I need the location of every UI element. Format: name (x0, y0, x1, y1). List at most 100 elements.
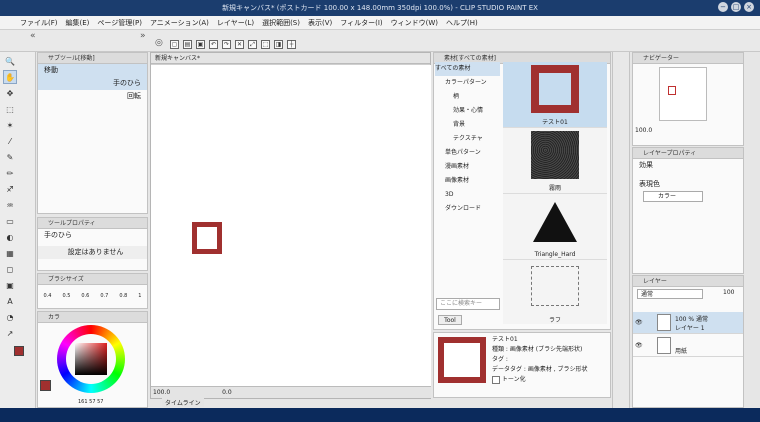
brush-size-header: ブラシサイズ (38, 274, 147, 285)
transform-icon[interactable]: ⤢ (248, 40, 257, 49)
navigator-preview[interactable] (659, 67, 707, 121)
gradient-tool-icon[interactable]: ▦ (3, 246, 17, 260)
brush-size-item[interactable]: 0.8 (119, 293, 127, 299)
material-thumb[interactable]: ラフ (503, 260, 607, 324)
hand-tool-icon[interactable]: ✋ (3, 70, 17, 84)
layer-name[interactable]: レイヤー 1 (675, 323, 705, 332)
saturation-value-square[interactable] (75, 343, 107, 375)
figure-tool-icon[interactable]: ◻ (3, 262, 17, 276)
menu-filter[interactable]: フィルター(I) (340, 18, 382, 28)
tone-checkbox[interactable] (492, 375, 500, 384)
menu-animation[interactable]: アニメーション(A) (150, 18, 209, 28)
pencil-tool-icon[interactable]: ✏ (3, 166, 17, 180)
canvas-paper[interactable] (151, 65, 431, 387)
balloon-tool-icon[interactable]: ◔ (3, 310, 17, 324)
material-tree-item[interactable]: カラーパターン (435, 76, 500, 90)
open-icon[interactable]: ▤ (183, 40, 192, 49)
menu-help[interactable]: ヘルプ(H) (446, 18, 478, 28)
tone-checkbox-row[interactable]: トーン化 (492, 375, 587, 385)
material-tree-item[interactable]: 漫画素材 (435, 160, 500, 174)
material-thumb[interactable]: テスト01 (503, 62, 607, 128)
subtool-item-rotate[interactable]: 回転 (38, 90, 147, 103)
undo-icon[interactable]: ↶ (209, 40, 218, 49)
zoom-tool-icon[interactable]: 🔍 (3, 54, 17, 68)
eye-icon[interactable]: 👁 (635, 342, 643, 349)
subtool-item-hand[interactable]: 手のひら (38, 77, 147, 90)
material-detail-tags: タグ : (492, 356, 508, 363)
layer-row[interactable]: 👁 100 % 通常 レイヤー 1 (633, 312, 743, 334)
auto-select-tool-icon[interactable]: ✶ (3, 118, 17, 132)
material-tag-button[interactable]: Tool (438, 315, 462, 325)
deselect-icon[interactable]: ⬚ (261, 40, 270, 49)
selection-tool-icon[interactable]: ⬚ (3, 102, 17, 116)
eraser-tool-icon[interactable]: ▭ (3, 214, 17, 228)
brush-size-item[interactable]: 1 (138, 293, 141, 299)
menu-edit[interactable]: 編集(E) (66, 18, 90, 28)
canvas-tab[interactable]: 新規キャンバス* (151, 53, 430, 64)
material-search-input[interactable]: ここに検索キー (436, 298, 500, 310)
menu-view[interactable]: 表示(V) (308, 18, 332, 28)
pen-tool-icon[interactable]: ✎ (3, 150, 17, 164)
brush-size-item[interactable]: 0.6 (81, 293, 89, 299)
maximize-button[interactable]: □ (731, 2, 741, 12)
invert-selection-icon[interactable]: ◨ (274, 40, 283, 49)
hue-ring[interactable] (57, 325, 125, 393)
move-tool-icon[interactable]: ✥ (3, 86, 17, 100)
airbrush-tool-icon[interactable]: ♒ (3, 198, 17, 212)
minimize-button[interactable]: − (718, 2, 728, 12)
tool-property-settings[interactable]: 設定はありません (38, 246, 147, 259)
menu-window[interactable]: ウィンドウ(W) (391, 18, 438, 28)
menu-page[interactable]: ページ管理(P) (97, 18, 142, 28)
tool-property-name: 手のひら (44, 231, 72, 239)
material-detail-title: テスト01 (492, 336, 518, 343)
clip-studio-icon[interactable]: ◎ (155, 38, 163, 48)
layer-name[interactable]: 用紙 (675, 346, 687, 355)
angle-value[interactable]: 0.0 (222, 389, 232, 396)
collapse-right-icon[interactable]: » (140, 31, 146, 41)
close-button[interactable]: × (744, 2, 754, 12)
ruler-icon[interactable]: ┼ (287, 40, 296, 49)
frame-tool-icon[interactable]: ▣ (3, 278, 17, 292)
material-tree-item[interactable]: 画像素材 (435, 174, 500, 188)
zoom-value[interactable]: 100.0 (153, 389, 170, 396)
redo-icon[interactable]: ↷ (222, 40, 231, 49)
material-tree-item[interactable]: テクスチャ (435, 132, 500, 146)
material-tree-item[interactable]: 柄 (435, 90, 500, 104)
layer-row[interactable]: 👁 用紙 (633, 335, 743, 357)
subtool-group[interactable]: 移動 (38, 64, 147, 77)
material-tree-item[interactable]: 3D (435, 188, 500, 202)
text-tool-icon[interactable]: A (3, 294, 17, 308)
correct-line-tool-icon[interactable]: ↗ (3, 326, 17, 340)
material-thumb[interactable]: 霧雨 (503, 128, 607, 194)
save-icon[interactable]: ▣ (196, 40, 205, 49)
material-tree-item[interactable]: 背景 (435, 118, 500, 132)
color-rgb-readout: 161 57 57 (78, 399, 104, 405)
brush-size-item[interactable]: 0.7 (100, 293, 108, 299)
eyedropper-tool-icon[interactable]: ⁄ (3, 134, 17, 148)
brush-size-item[interactable]: 0.5 (62, 293, 70, 299)
material-tree-item[interactable]: すべての素材 (435, 62, 500, 76)
layer-opacity-value[interactable]: 100 (723, 289, 734, 296)
material-thumb[interactable]: Triangle_Hard (503, 194, 607, 260)
material-tree-item[interactable]: ダウンロード (435, 202, 500, 216)
current-color-swatch[interactable] (40, 380, 51, 391)
layer-color-select[interactable]: カラー (643, 191, 703, 202)
blend-mode-select[interactable]: 通常 (637, 289, 703, 299)
menu-selection[interactable]: 選択範囲(S) (262, 18, 300, 28)
material-tree-item[interactable]: 単色パターン (435, 146, 500, 160)
new-icon[interactable]: ▢ (170, 40, 179, 49)
clear-icon[interactable]: ✕ (235, 40, 244, 49)
eye-icon[interactable]: 👁 (635, 319, 643, 326)
collapse-left-icon[interactable]: « (30, 31, 36, 41)
navigator-zoom[interactable]: 100.0 (635, 127, 652, 134)
layer-panel: レイヤー 通常 100 👁 100 % 通常 レイヤー 1 👁 用紙 (632, 275, 744, 408)
timeline-tab[interactable]: タイムライン (162, 398, 204, 407)
fill-tool-icon[interactable]: ◐ (3, 230, 17, 244)
material-tree-item[interactable]: 効果・心情 (435, 104, 500, 118)
brush-size-item[interactable]: 0.4 (44, 293, 52, 299)
menu-file[interactable]: ファイル(F) (20, 18, 58, 28)
window-title: 新規キャンバス* (ポストカード 100.00 x 148.00mm 350dp… (222, 4, 538, 12)
menu-layer[interactable]: レイヤー(L) (217, 18, 254, 28)
brush-tool-icon[interactable]: ♐ (3, 182, 17, 196)
main-color-swatch[interactable] (14, 346, 24, 356)
